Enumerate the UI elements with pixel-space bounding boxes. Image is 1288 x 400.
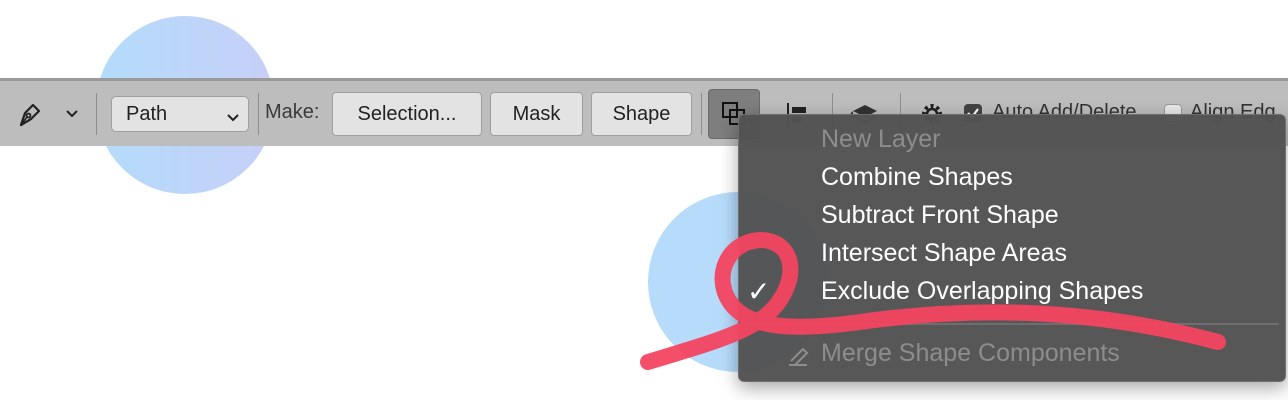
- menu-item-combine-shapes[interactable]: Combine Shapes: [821, 163, 1013, 192]
- menu-divider: [745, 323, 1279, 325]
- tool-mode-select[interactable]: Path: [111, 96, 249, 132]
- pen-tool-icon[interactable]: [10, 81, 50, 146]
- make-label: Make:: [265, 101, 320, 123]
- tool-preset-chevron-down-icon[interactable]: [60, 81, 84, 146]
- toolbar-divider: [701, 93, 702, 135]
- menu-item-merge-shape-components: Merge Shape Components: [821, 339, 1120, 367]
- menu-item-new-layer: New Layer: [821, 125, 941, 153]
- chevron-down-icon: [226, 107, 240, 130]
- toolbar-divider: [258, 93, 259, 135]
- checkmark-icon: ✓: [747, 276, 771, 307]
- menu-item-exclude-overlapping-shapes[interactable]: Exclude Overlapping Shapes: [821, 277, 1143, 306]
- merge-components-icon: [785, 343, 811, 374]
- make-mask-button[interactable]: Mask: [490, 92, 583, 136]
- menu-item-intersect-shape-areas[interactable]: Intersect Shape Areas: [821, 239, 1067, 268]
- make-selection-button[interactable]: Selection...: [332, 92, 482, 136]
- make-shape-button[interactable]: Shape: [591, 92, 692, 136]
- tool-mode-value: Path: [126, 102, 168, 125]
- menu-item-subtract-front-shape[interactable]: Subtract Front Shape: [821, 201, 1059, 230]
- toolbar-divider: [96, 93, 97, 135]
- path-operations-menu: New Layer Combine Shapes Subtract Front …: [738, 114, 1286, 382]
